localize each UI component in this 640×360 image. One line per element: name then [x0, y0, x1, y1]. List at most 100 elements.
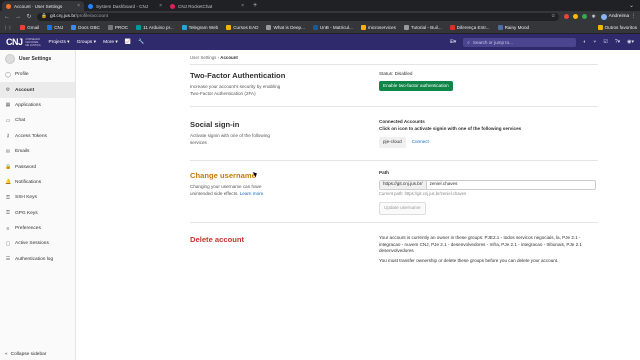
search-icon: ⌕ [467, 39, 470, 45]
activity-chart-icon[interactable]: 📈 [125, 39, 131, 45]
extension-icon[interactable] [564, 14, 570, 19]
bookmark-label: 11 Arduino pr... [143, 25, 174, 30]
sidebar-item-chat[interactable]: ▭ Chat [0, 113, 75, 128]
connect-link[interactable]: Connect [412, 139, 429, 146]
apps-icon[interactable]: ⋮⋮ [3, 25, 12, 31]
bookmark-item[interactable]: 11 Arduino pr... [136, 25, 174, 30]
sidebar-item-ssh-keys[interactable]: ⚿ SSH Keys [0, 190, 75, 205]
sidebar-item-account[interactable]: ⚙ Account [0, 82, 75, 98]
username-input[interactable]: zeniel.chaves [427, 181, 461, 189]
bookmark-item[interactable]: Telegram Web [181, 25, 219, 30]
bookmark-star-icon[interactable]: ☆ [551, 14, 555, 19]
sidebar-item-authentication-log[interactable]: ☰ Authentication log [0, 252, 75, 267]
back-icon[interactable]: ← [4, 14, 10, 20]
wrench-icon[interactable]: 🔧 [138, 39, 144, 45]
bookmark-item[interactable]: Cursos EAD [226, 25, 258, 30]
profile-name: Andreima [608, 14, 630, 19]
tab-search-icon[interactable]: ⌄ [629, 1, 640, 11]
bookmark-item[interactable]: Gmail [20, 25, 39, 30]
sidebar-item-label: Authentication log [15, 256, 54, 262]
change-username-title: Change username [190, 171, 256, 180]
forward-icon[interactable]: → [15, 14, 21, 20]
bookmark-label: Docs GBC [78, 25, 100, 30]
url-input[interactable]: 🔒 git.cnj.jus.br/profile/account ☆ [37, 12, 560, 21]
sidebar-item-applications[interactable]: ▦ Applications [0, 98, 75, 113]
more-menu[interactable]: More ▾ [103, 40, 118, 45]
sidebar-item-label: Applications [15, 102, 41, 108]
sidebar-title: User Settings [19, 55, 52, 62]
sidebar-item-notifications[interactable]: 🔔 Notifications [0, 175, 75, 190]
tab-favicon [6, 3, 11, 9]
breadcrumb-parent[interactable]: User Settings [190, 55, 216, 60]
bookmark-favicon [226, 25, 232, 30]
close-tab-icon[interactable]: × [159, 3, 162, 9]
sidebar-item-access-tokens[interactable]: ⚷ Access Tokens [0, 129, 75, 144]
sidebar-item-preferences[interactable]: ≡ Preferences [0, 221, 75, 236]
update-username-button[interactable]: Update username [379, 202, 426, 215]
other-bookmarks-label: Outros favoritos [604, 25, 637, 30]
username-field: https://git.cnj.jus.br/ zeniel.chaves [379, 179, 596, 190]
todos-icon[interactable]: ☑ [603, 39, 607, 45]
bookmark-label: Gmail [27, 25, 40, 30]
collapse-sidebar-button[interactable]: « Collapse sidebar [5, 352, 46, 357]
browser-tab[interactable]: Account · User Settings × [2, 1, 84, 11]
bookmark-item[interactable]: What is Deep... [266, 25, 305, 30]
sidebar-item-label: Account [15, 87, 35, 93]
plus-icon[interactable]: ⊞▾ [450, 39, 457, 45]
bookmark-item[interactable]: Docs GBC [71, 25, 100, 30]
sidebar-item-gpg-keys[interactable]: ⚿ GPG Keys [0, 206, 75, 221]
two-factor-desc: Increase your account's security by enab… [190, 84, 281, 96]
bookmark-item[interactable]: CNJ [47, 25, 63, 30]
search-placeholder: Search or jump to... [472, 39, 513, 45]
bookmark-item[interactable]: Rainy Mood [497, 25, 529, 30]
extension-icon[interactable] [582, 14, 588, 19]
sidebar-item-active-sessions[interactable]: ▢ Active Sessions [0, 236, 75, 251]
sidebar-item-emails[interactable]: ✉ Emails [0, 144, 75, 159]
bookmark-item[interactable]: Diferença Entr... [449, 25, 490, 30]
sidebar-item-password[interactable]: 🔒 Password [0, 159, 75, 174]
sidebar-item-profile[interactable]: ◯ Profile [0, 67, 75, 82]
main-content: User Settings › Account Two-Factor Authe… [76, 50, 640, 360]
close-tab-icon[interactable]: × [77, 3, 80, 9]
reload-icon[interactable]: ↻ [26, 13, 32, 20]
bookmarks-bar: ⋮⋮ Gmail CNJ Docs GBC PROC 11 Arduino pr... T… [0, 22, 640, 34]
user-avatar[interactable]: ◉▾ [627, 39, 634, 45]
puzzle-icon[interactable]: ✱ [591, 14, 595, 20]
bookmark-item[interactable]: Tutorial - Buil... [403, 25, 442, 30]
bookmark-item[interactable]: PROC [107, 25, 128, 30]
ssh-key-icon: ⚿ [6, 194, 10, 201]
connected-accounts-instruction: Click on icon to activate signin with on… [379, 125, 522, 131]
settings-sidebar: User Settings ◯ Profile ⚙ Account ▦ Applicati… [0, 50, 76, 360]
bookmark-item[interactable]: UnB - Matricul... [312, 25, 353, 30]
browser-tab[interactable]: CNJ RocketChat × [166, 1, 248, 11]
bookmark-label: Telegram Web [188, 25, 219, 30]
delete-account-section: Delete account [190, 235, 244, 248]
projects-menu[interactable]: Projects ▾ [49, 40, 70, 45]
sidebar-user[interactable]: User Settings [0, 50, 75, 67]
issues-icon[interactable]: ◐ [583, 39, 586, 45]
sidebar-item-label: GPG Keys [15, 210, 38, 216]
sidebar-item-label: SSH Keys [15, 195, 37, 201]
provider-pje-cloud[interactable]: pje-cloud [379, 137, 406, 148]
logo-text: CNJ [6, 37, 23, 47]
other-bookmarks[interactable]: Outros favoritos [597, 25, 637, 30]
logo[interactable]: CNJ CONSELHO NACIONAL DE JUSTIÇA [6, 37, 42, 47]
groups-menu[interactable]: Groups ▾ [77, 40, 96, 45]
browser-tab[interactable]: System Dashboard - CNJ × [84, 1, 166, 11]
extension-icon[interactable] [573, 14, 579, 19]
bookmark-item[interactable]: microservices [360, 25, 396, 30]
profile-button[interactable]: Andreima ⋮ [600, 13, 636, 20]
divider [190, 222, 598, 223]
help-icon[interactable]: ?▾ [615, 39, 620, 45]
enable-2fa-button[interactable]: Enable two-factor authentication [379, 80, 453, 91]
new-tab-button[interactable]: + [253, 1, 257, 11]
social-signin-controls: Connected Accounts Click on icon to acti… [379, 119, 521, 148]
merge-requests-icon[interactable]: ⑂ [593, 39, 596, 45]
breadcrumb-current: Account [220, 55, 238, 60]
learn-more-link[interactable]: Learn more. [240, 191, 265, 196]
search-input[interactable]: ⌕ Search or jump to... [463, 37, 577, 47]
more-vert-icon[interactable]: ⋮ [631, 14, 636, 19]
close-tab-icon[interactable]: × [241, 3, 244, 9]
sidebar-item-label: Chat [15, 118, 26, 124]
url-host: git.cnj.jus.br [49, 14, 76, 19]
